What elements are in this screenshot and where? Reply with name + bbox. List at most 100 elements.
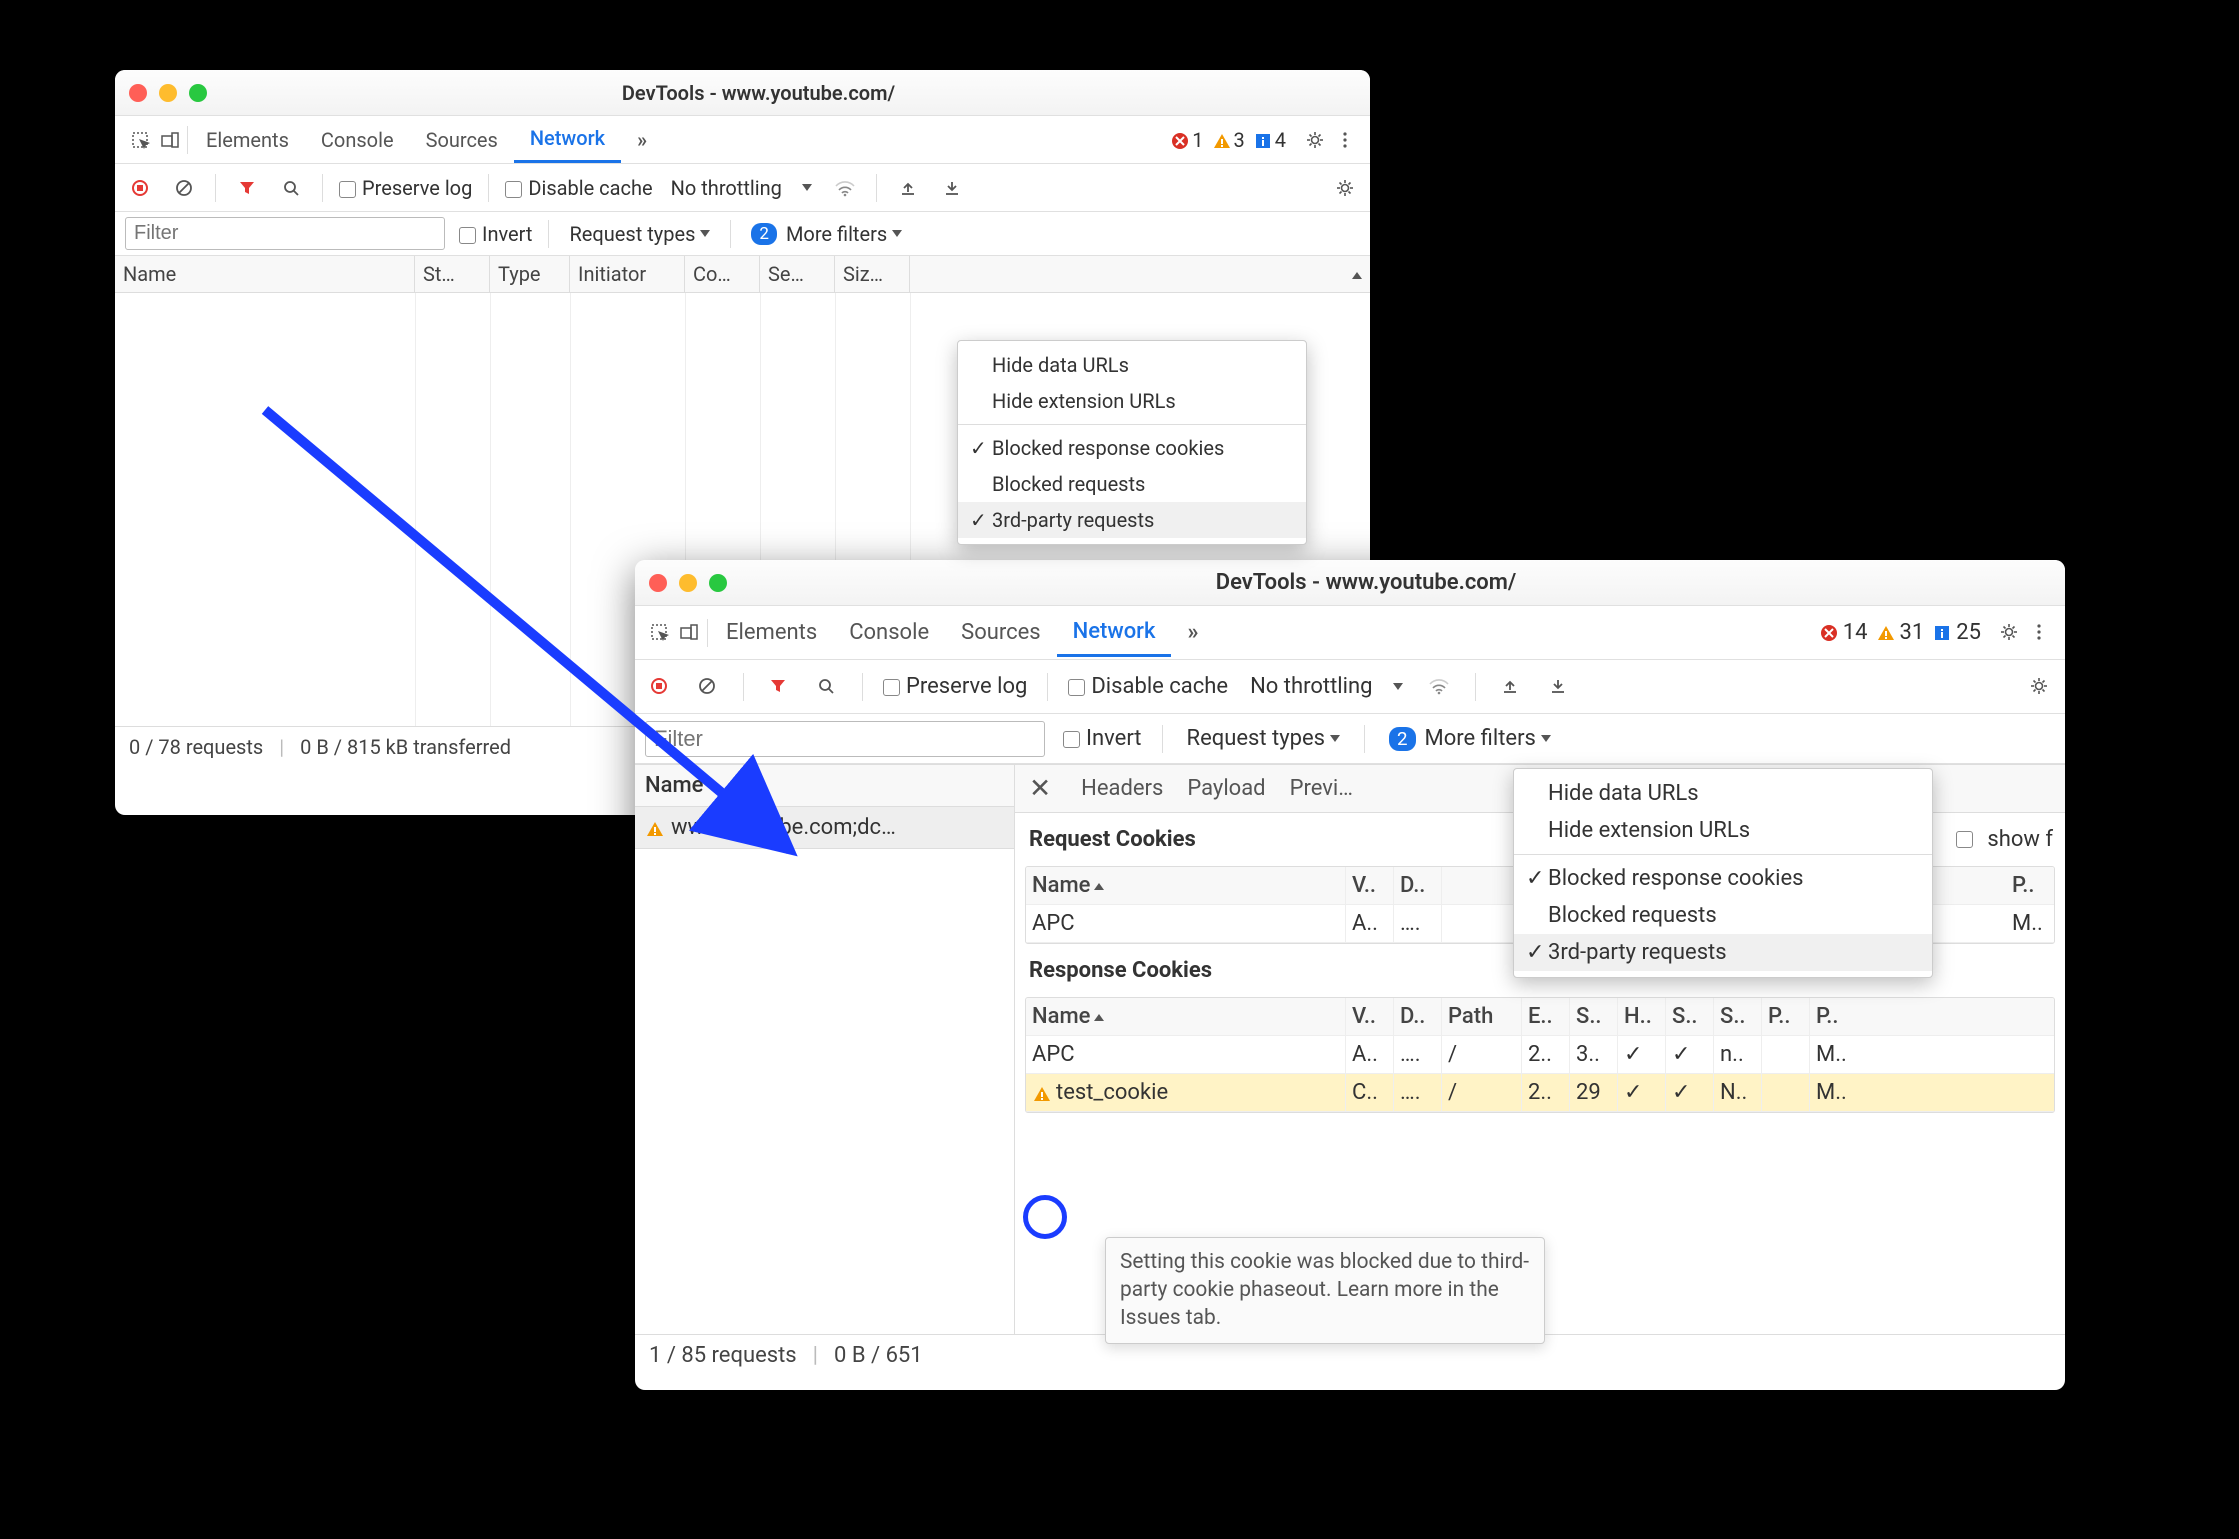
col-type[interactable]: Type bbox=[490, 256, 570, 292]
errors-count[interactable]: 14 bbox=[1815, 620, 1872, 645]
invert-checkbox[interactable]: Invert bbox=[1063, 726, 1142, 751]
tab-sources[interactable]: Sources bbox=[410, 118, 514, 162]
th-p[interactable]: P.. bbox=[2006, 867, 2054, 904]
request-row[interactable]: www.youtube.com;dc… bbox=[635, 807, 1014, 849]
network-toolbar: Preserve log Disable cache No throttling bbox=[635, 660, 2065, 714]
throttling-dropdown[interactable]: No throttling bbox=[667, 174, 816, 202]
popup-blocked-response-cookies[interactable]: Blocked response cookies bbox=[958, 430, 1306, 466]
invert-checkbox[interactable]: Invert bbox=[459, 222, 532, 246]
tab-network[interactable]: Network bbox=[514, 116, 621, 163]
th-domain[interactable]: D.. bbox=[1394, 867, 1442, 904]
search-icon[interactable] bbox=[276, 173, 306, 203]
search-icon[interactable] bbox=[812, 672, 842, 702]
disable-cache-checkbox[interactable]: Disable cache bbox=[505, 176, 652, 200]
popup-hide-data-urls[interactable]: Hide data URLs bbox=[958, 347, 1306, 383]
col-size[interactable]: Siz… bbox=[835, 256, 910, 292]
network-conditions-icon[interactable] bbox=[830, 173, 860, 203]
throttling-dropdown[interactable]: No throttling bbox=[1246, 672, 1407, 701]
popup-hide-data-urls[interactable]: Hide data URLs bbox=[1514, 775, 1932, 812]
show-filtered-checkbox[interactable]: show f bbox=[1956, 827, 2053, 852]
filter-input[interactable] bbox=[645, 721, 1045, 757]
col-se[interactable]: Se… bbox=[760, 256, 835, 292]
tab-sources[interactable]: Sources bbox=[945, 610, 1057, 655]
more-icon[interactable] bbox=[1330, 125, 1360, 155]
clear-button[interactable] bbox=[169, 173, 199, 203]
titlebar: DevTools - www.youtube.com/ bbox=[115, 70, 1370, 116]
inspect-icon[interactable] bbox=[645, 618, 675, 648]
cookie-row-warned[interactable]: test_cookie C.. …. / 2.. 29 ✓ ✓ N.. M.. bbox=[1026, 1074, 2054, 1112]
detail-tab-preview[interactable]: Previ… bbox=[1290, 776, 1353, 801]
more-icon[interactable] bbox=[2025, 618, 2055, 648]
settings-icon[interactable] bbox=[1300, 125, 1330, 155]
close-detail-button[interactable]: ✕ bbox=[1029, 773, 1051, 804]
warnings-count[interactable]: 31 bbox=[1872, 620, 1929, 645]
network-settings-icon[interactable] bbox=[2025, 672, 2055, 702]
transferred-size: 0 B / 815 kB transferred bbox=[300, 735, 511, 759]
tab-console[interactable]: Console bbox=[305, 118, 410, 162]
network-filter-row: Invert Request types 2More filters bbox=[115, 212, 1370, 256]
record-button[interactable] bbox=[125, 173, 155, 203]
th-name[interactable]: Name bbox=[1026, 998, 1346, 1035]
import-har-icon[interactable] bbox=[1496, 672, 1526, 702]
col-co[interactable]: Co… bbox=[685, 256, 760, 292]
device-toggle-icon[interactable] bbox=[675, 618, 705, 648]
preserve-log-checkbox[interactable]: Preserve log bbox=[883, 674, 1027, 699]
popup-3rd-party-requests[interactable]: 3rd-party requests bbox=[958, 502, 1306, 538]
panel-tabs: Elements Console Sources Network » 1 3 4 bbox=[115, 116, 1370, 164]
request-cookies-title: Request Cookies bbox=[1015, 813, 1210, 866]
tab-network[interactable]: Network bbox=[1057, 609, 1172, 657]
request-types-dropdown[interactable]: Request types bbox=[565, 220, 714, 248]
tabs-overflow[interactable]: » bbox=[1171, 610, 1214, 655]
export-har-icon[interactable] bbox=[937, 173, 967, 203]
request-types-dropdown[interactable]: Request types bbox=[1183, 724, 1345, 753]
inspect-icon[interactable] bbox=[125, 125, 155, 155]
popup-hide-extension-urls[interactable]: Hide extension URLs bbox=[1514, 812, 1932, 849]
col-name[interactable]: Name bbox=[115, 256, 415, 292]
warnings-count[interactable]: 3 bbox=[1208, 128, 1249, 152]
more-filters-dropdown[interactable]: 2More filters bbox=[1385, 724, 1555, 753]
export-har-icon[interactable] bbox=[1544, 672, 1574, 702]
preserve-log-checkbox[interactable]: Preserve log bbox=[339, 176, 472, 200]
more-filters-dropdown[interactable]: 2More filters bbox=[747, 220, 906, 248]
popup-blocked-requests[interactable]: Blocked requests bbox=[958, 466, 1306, 502]
filter-icon[interactable] bbox=[764, 672, 794, 702]
network-filter-row: Invert Request types 2More filters bbox=[635, 714, 2065, 764]
network-settings-icon[interactable] bbox=[1330, 173, 1360, 203]
device-toggle-icon[interactable] bbox=[155, 125, 185, 155]
popup-blocked-requests[interactable]: Blocked requests bbox=[1514, 897, 1932, 934]
filter-icon[interactable] bbox=[232, 173, 262, 203]
import-har-icon[interactable] bbox=[893, 173, 923, 203]
col-status[interactable]: St… bbox=[415, 256, 490, 292]
popup-hide-extension-urls[interactable]: Hide extension URLs bbox=[958, 383, 1306, 419]
detail-tab-payload[interactable]: Payload bbox=[1187, 776, 1265, 801]
popup-3rd-party-requests[interactable]: 3rd-party requests bbox=[1514, 934, 1932, 971]
network-conditions-icon[interactable] bbox=[1425, 672, 1455, 702]
devtools-window-2: DevTools - www.youtube.com/ Elements Con… bbox=[635, 560, 2065, 1390]
requests-count: 1 / 85 requests bbox=[649, 1343, 797, 1368]
window-close-button[interactable] bbox=[129, 84, 147, 102]
issues-count[interactable]: 25 bbox=[1928, 620, 1985, 645]
window-close-button[interactable] bbox=[649, 574, 667, 592]
requests-list: Name www.youtube.com;dc… bbox=[635, 765, 1015, 1334]
warning-icon bbox=[1032, 1084, 1050, 1102]
transferred-size: 0 B / 651 bbox=[834, 1343, 923, 1368]
record-button[interactable] bbox=[645, 672, 675, 702]
requests-list-header[interactable]: Name bbox=[635, 765, 1014, 807]
th-value[interactable]: V.. bbox=[1346, 867, 1394, 904]
disable-cache-checkbox[interactable]: Disable cache bbox=[1068, 674, 1228, 699]
tab-elements[interactable]: Elements bbox=[710, 610, 833, 655]
popup-blocked-response-cookies[interactable]: Blocked response cookies bbox=[1514, 860, 1932, 897]
th-name[interactable]: Name bbox=[1026, 867, 1346, 904]
tab-console[interactable]: Console bbox=[833, 610, 945, 655]
filter-input[interactable] bbox=[125, 217, 445, 250]
tab-elements[interactable]: Elements bbox=[190, 118, 305, 162]
detail-tab-headers[interactable]: Headers bbox=[1081, 776, 1163, 801]
cookie-row[interactable]: APC A.. …. / 2.. 3.. ✓ ✓ n.. M.. bbox=[1026, 1036, 2054, 1074]
col-initiator[interactable]: Initiator bbox=[570, 256, 685, 292]
col-waterfall[interactable] bbox=[910, 256, 1370, 292]
tabs-overflow[interactable]: » bbox=[621, 118, 663, 162]
errors-count[interactable]: 1 bbox=[1166, 128, 1207, 152]
issues-count[interactable]: 4 bbox=[1249, 128, 1290, 152]
settings-icon[interactable] bbox=[1995, 618, 2025, 648]
clear-button[interactable] bbox=[693, 672, 723, 702]
